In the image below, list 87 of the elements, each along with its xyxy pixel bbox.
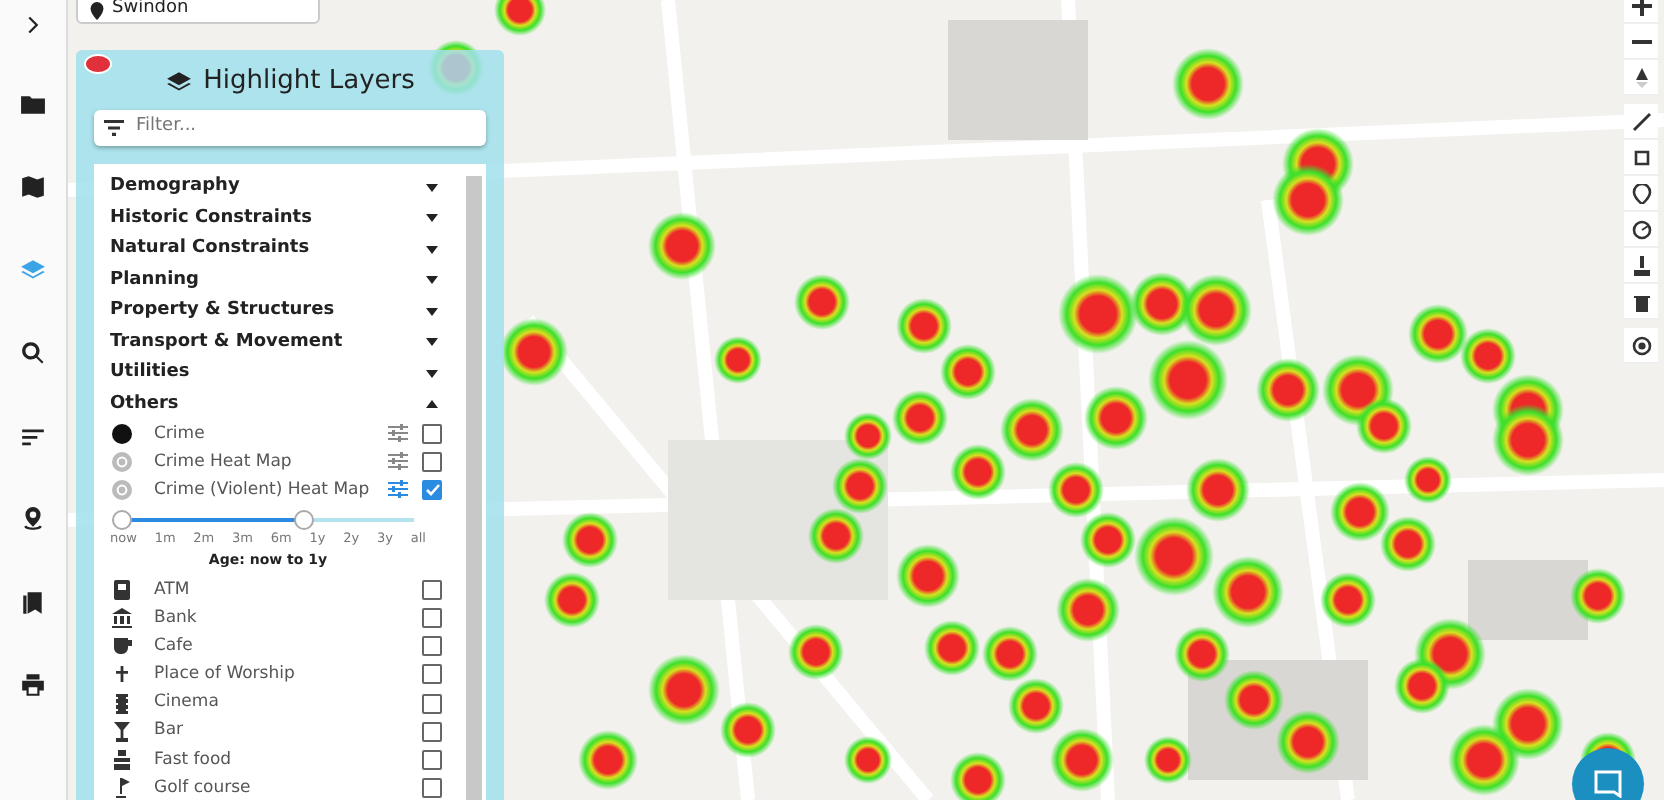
slider-handle[interactable] bbox=[294, 509, 315, 530]
compass-icon bbox=[1631, 67, 1651, 87]
layer-checkbox[interactable] bbox=[422, 452, 442, 473]
layer-group-toggle[interactable]: Transport & Movement bbox=[110, 327, 442, 358]
building-shape bbox=[948, 20, 1088, 140]
polygon-button[interactable] bbox=[1624, 140, 1658, 176]
cup-icon bbox=[112, 636, 132, 657]
bookmarks-icon bbox=[20, 589, 46, 615]
layer-checkbox[interactable] bbox=[422, 608, 442, 629]
help-icon bbox=[112, 452, 132, 473]
bank-icon bbox=[112, 608, 132, 629]
map-icon bbox=[20, 174, 46, 200]
sliders-icon bbox=[388, 480, 408, 499]
burger-icon bbox=[112, 750, 132, 771]
layer-label: ATM bbox=[154, 577, 192, 603]
layer-group-toggle[interactable]: Property & Structures bbox=[110, 296, 442, 327]
sort-icon bbox=[20, 423, 46, 449]
settings-button[interactable] bbox=[388, 449, 408, 476]
print-icon bbox=[20, 672, 46, 698]
folder-icon bbox=[20, 91, 46, 117]
layers-icon bbox=[165, 69, 192, 95]
filter-box[interactable]: Filter... bbox=[94, 110, 486, 146]
measure-line-icon bbox=[1631, 111, 1651, 131]
layer-group-toggle[interactable]: Others bbox=[110, 389, 442, 420]
location-pin-icon bbox=[20, 506, 46, 532]
measure-line-button[interactable] bbox=[1624, 104, 1658, 140]
sliders-icon bbox=[388, 423, 408, 442]
zoom-in-icon bbox=[1631, 0, 1651, 15]
pin-icon bbox=[90, 1, 104, 19]
stamp-button[interactable] bbox=[1624, 248, 1658, 284]
layer-group-toggle[interactable]: Demography bbox=[110, 172, 442, 203]
layer-checkbox[interactable] bbox=[422, 693, 442, 714]
layer-label: Bank bbox=[154, 605, 199, 631]
film-icon bbox=[112, 693, 132, 714]
locate-icon bbox=[1631, 335, 1651, 355]
building-shape bbox=[1468, 560, 1588, 640]
pin-icon bbox=[1631, 183, 1651, 203]
layer-group-toggle[interactable]: Historic Constraints bbox=[110, 203, 442, 234]
layer-label: Golf course bbox=[154, 775, 253, 800]
layer-label: Cinema bbox=[154, 690, 221, 717]
stamp-icon bbox=[1631, 255, 1651, 275]
compass-button[interactable] bbox=[1624, 60, 1658, 96]
close-button[interactable] bbox=[84, 54, 112, 74]
scrollbar[interactable] bbox=[466, 176, 482, 800]
layer-label: Crime Heat Map bbox=[154, 449, 294, 476]
plus-icon bbox=[112, 664, 132, 685]
settings-button[interactable] bbox=[388, 421, 408, 447]
dot-icon bbox=[112, 424, 132, 445]
circle-icon bbox=[1631, 219, 1651, 239]
search-icon bbox=[20, 340, 46, 366]
chat-icon bbox=[1594, 770, 1622, 798]
help-icon bbox=[112, 480, 132, 501]
zoom-out-button[interactable] bbox=[1624, 24, 1658, 60]
layer-group-toggle[interactable]: Planning bbox=[110, 265, 442, 296]
layer-label: Bar bbox=[154, 718, 186, 745]
trash-icon bbox=[1631, 291, 1651, 311]
sliders-icon bbox=[388, 452, 408, 471]
filter-icon bbox=[104, 120, 124, 136]
circle-button[interactable] bbox=[1624, 212, 1658, 248]
layer-label: Cafe bbox=[154, 633, 195, 660]
filter-field[interactable]: Filter... bbox=[136, 114, 476, 142]
layer-checkbox[interactable] bbox=[422, 750, 442, 771]
layer-label: Crime bbox=[154, 421, 207, 447]
trash-button[interactable] bbox=[1624, 284, 1658, 320]
locate-button[interactable] bbox=[1624, 328, 1658, 364]
golf-flag-icon bbox=[112, 778, 132, 799]
layer-checkbox[interactable] bbox=[422, 579, 442, 600]
layer-checkbox[interactable] bbox=[422, 636, 442, 657]
layer-label: Crime (Violent) Heat Map bbox=[154, 478, 372, 504]
cocktail-icon bbox=[112, 721, 132, 742]
chevron-right-icon bbox=[24, 15, 42, 33]
layer-checkbox[interactable] bbox=[422, 721, 442, 742]
layer-label: Fast food bbox=[154, 747, 234, 773]
polygon-icon bbox=[1631, 147, 1651, 167]
layer-group-toggle[interactable]: Utilities bbox=[110, 358, 442, 389]
layer-checkbox[interactable] bbox=[422, 424, 442, 445]
layer-checkbox[interactable] bbox=[422, 480, 442, 501]
slider-handle[interactable] bbox=[112, 509, 132, 530]
atm-icon bbox=[112, 579, 132, 600]
layer-checkbox[interactable] bbox=[422, 664, 442, 685]
pin-button[interactable] bbox=[1624, 176, 1658, 212]
layers-icon bbox=[20, 257, 46, 283]
panel-title: Highlight Layers bbox=[203, 64, 415, 101]
layer-checkbox[interactable] bbox=[422, 778, 442, 799]
settings-button[interactable] bbox=[388, 478, 408, 504]
layer-label: Place of Worship bbox=[154, 662, 297, 688]
layer-group-toggle[interactable]: Natural Constraints bbox=[110, 234, 442, 265]
